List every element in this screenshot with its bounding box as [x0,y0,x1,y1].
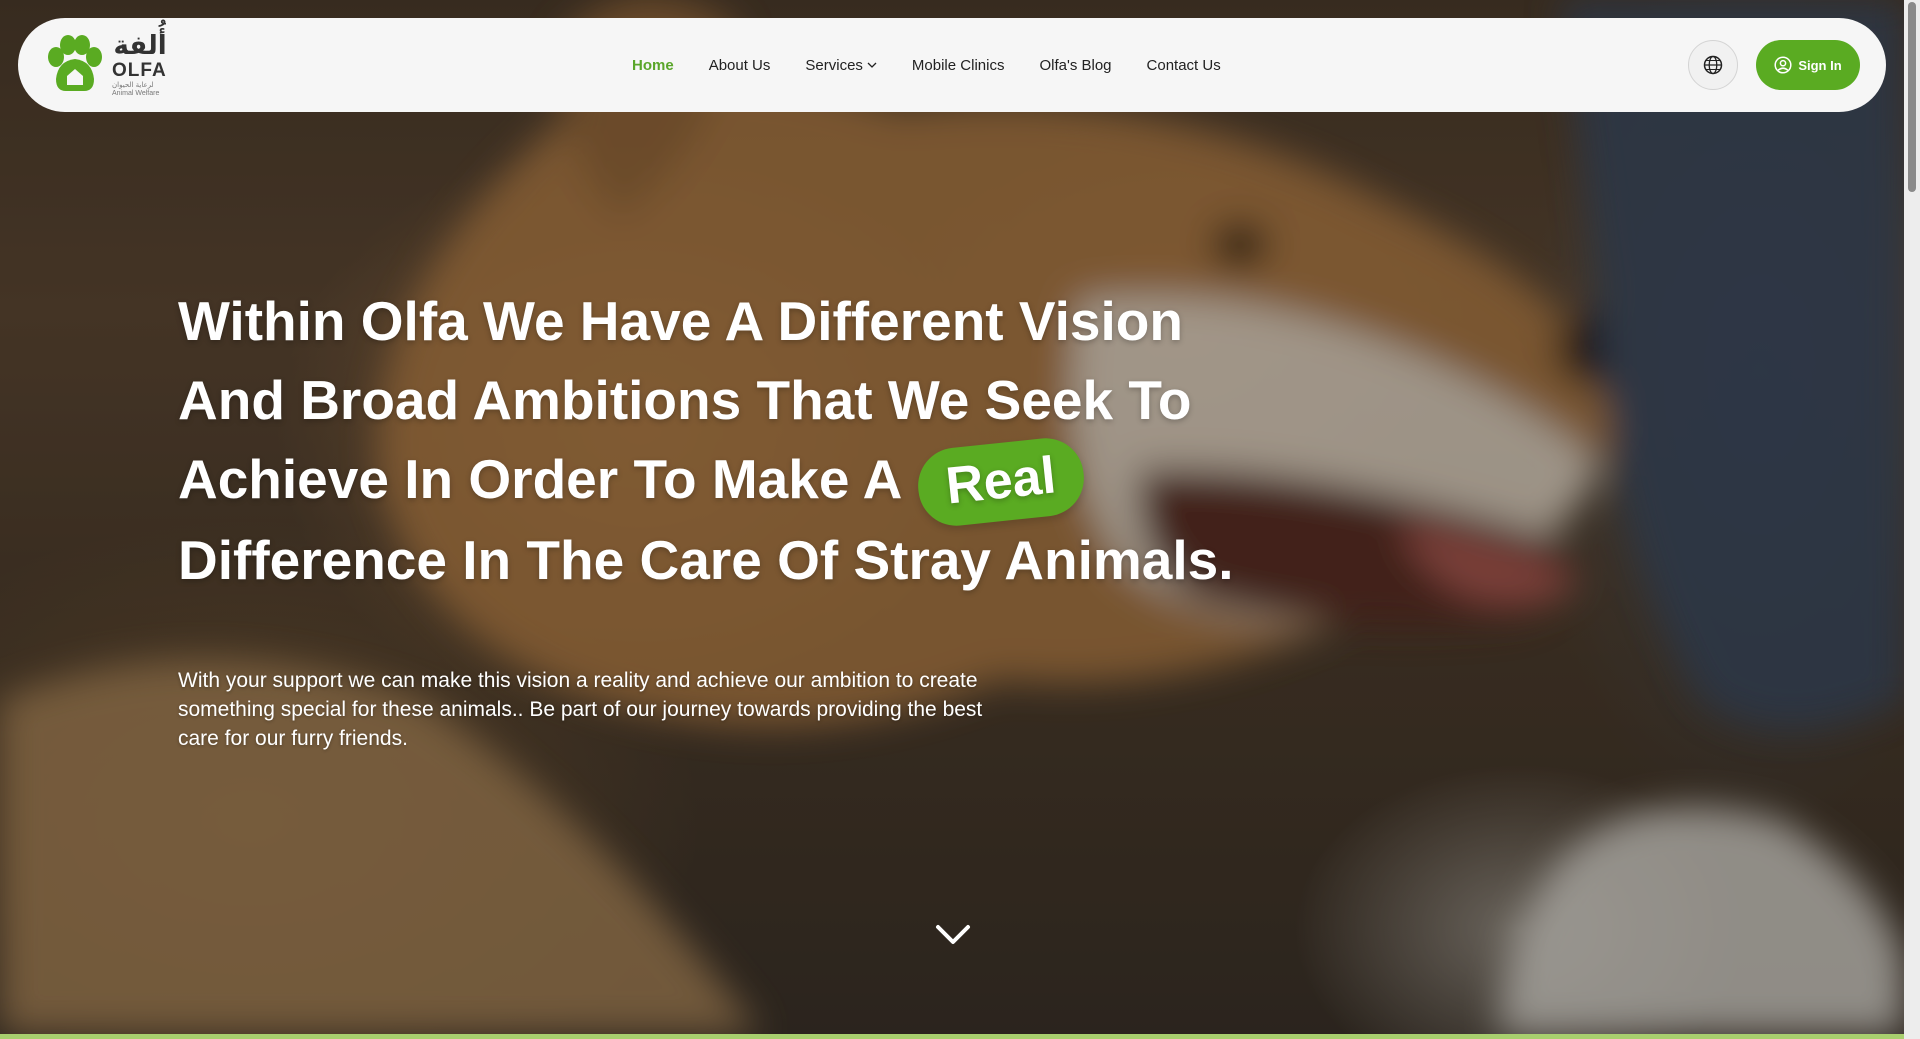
hero-subtext: With your support we can make this visio… [178,669,983,750]
sign-in-button[interactable]: Sign In [1756,40,1860,90]
nav-home[interactable]: Home [632,57,674,74]
sign-in-label: Sign In [1798,57,1842,73]
headline-line-4: Difference In The Care Of Stray Animals. [178,529,1234,591]
paw-logo-icon [48,35,102,91]
scrollbar-thumb[interactable] [1908,2,1916,192]
language-button[interactable] [1688,40,1738,90]
headline-line-2: And Broad Ambitions That We Seek To [178,369,1192,431]
chevron-down-icon [867,62,877,68]
navbar: أُلفة OLFA لرعاية الحيوان Animal Welfare… [18,18,1886,112]
nav-links: Home About Us Services Mobile Clinics Ol… [632,18,1221,112]
nav-services-label: Services [805,56,863,74]
real-badge: Real [914,434,1088,530]
logo[interactable]: أُلفة OLFA لرعاية الحيوان Animal Welfare [44,32,184,98]
headline-line-1: Within Olfa We Have A Different Vision [178,290,1183,352]
headline-line-3: Achieve In Order To Make A [178,448,903,510]
bottom-strip [0,1034,1904,1039]
nav-services[interactable]: Services [805,57,877,74]
user-circle-icon [1774,56,1792,74]
nav-blog[interactable]: Olfa's Blog [1039,57,1111,74]
logo-name-ar: أُلفة [113,31,167,61]
globe-icon [1703,55,1723,75]
chevron-down-icon[interactable] [935,922,971,948]
scrollbar[interactable] [1904,0,1920,1039]
logo-text: أُلفة OLFA لرعاية الحيوان Animal Welfare [112,33,167,97]
nav-about-us[interactable]: About Us [709,57,771,74]
hero-headline: Within Olfa We Have A Different Vision A… [178,282,1258,600]
logo-tagline-ar: لرعاية الحيوان [112,81,154,89]
logo-tagline-en: Animal Welfare [112,90,160,97]
nav-mobile-clinics[interactable]: Mobile Clinics [912,57,1005,74]
nav-contact-us[interactable]: Contact Us [1147,57,1221,74]
hero-background: Within Olfa We Have A Different Vision A… [0,0,1904,1034]
logo-name-en: OLFA [112,60,167,81]
